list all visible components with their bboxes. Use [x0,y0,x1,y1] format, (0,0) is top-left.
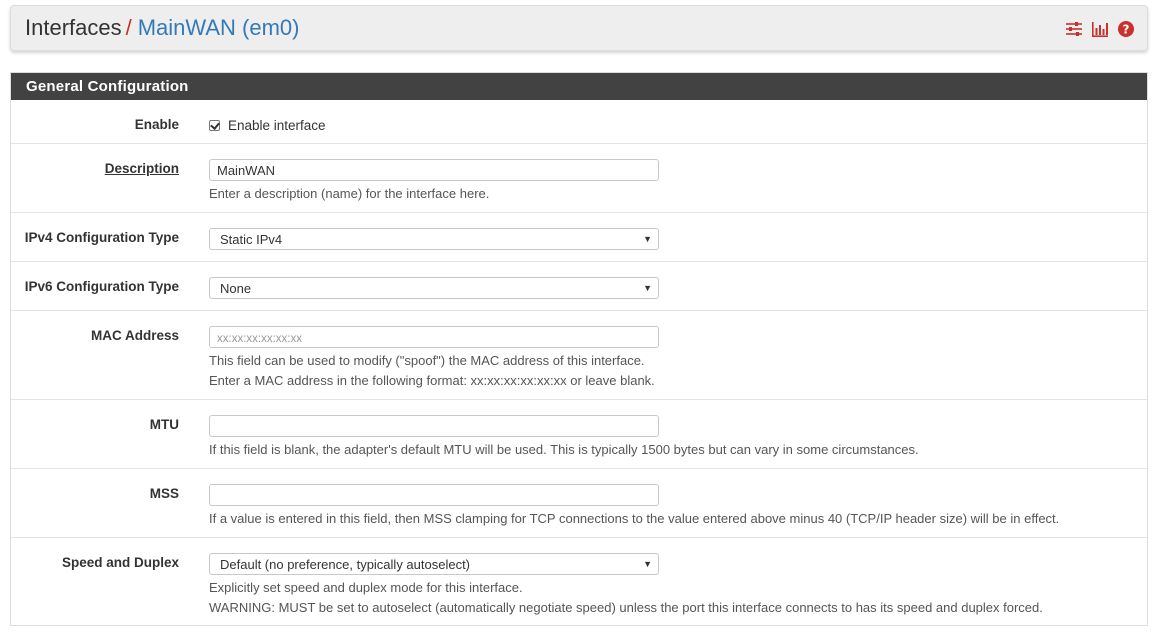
general-configuration-panel: General Configuration Enable Enable inte… [10,72,1148,626]
bar-chart-icon[interactable] [1091,20,1109,38]
chevron-down-icon: ▼ [643,283,652,293]
breadcrumb-current[interactable]: MainWAN (em0) [138,15,300,40]
description-input[interactable] [209,159,659,181]
speed-duplex-help-2: WARNING: MUST be set to autoselect (auto… [209,600,1043,615]
row-mtu: MTU If this field is blank, the adapter'… [11,399,1147,469]
enable-interface-control[interactable]: Enable interface [209,118,326,133]
mac-address-label: MAC Address [90,328,179,343]
row-speed-duplex: Speed and Duplex Default (no preference,… [11,537,1147,626]
speed-duplex-select[interactable]: Default (no preference, typically autose… [209,553,659,575]
panel-title: General Configuration [11,73,1147,100]
mtu-help: If this field is blank, the adapter's de… [209,442,919,457]
svg-text:?: ? [1123,23,1130,37]
speed-duplex-label: Speed and Duplex [61,555,179,570]
breadcrumb: Interfaces / MainWAN (em0) [25,15,300,41]
mss-label: MSS [149,486,179,501]
enable-interface-label[interactable]: Enable interface [228,118,326,133]
row-ipv4-type: IPv4 Configuration Type Static IPv4 ▼ [11,212,1147,262]
row-enable: Enable Enable interface [11,100,1147,143]
enable-interface-checkbox[interactable] [209,120,220,131]
header-icons: ? [1065,20,1135,38]
sliders-icon[interactable] [1065,20,1083,38]
mac-address-help-2: Enter a MAC address in the following for… [209,373,655,388]
chevron-down-icon: ▼ [643,559,652,569]
ipv4-type-selected: Static IPv4 [220,232,283,247]
mac-address-input[interactable] [209,326,659,348]
mac-address-help-1: This field can be used to modify ("spoof… [209,353,645,368]
breadcrumb-separator: / [125,15,132,40]
help-icon[interactable]: ? [1117,20,1135,38]
speed-duplex-help-1: Explicitly set speed and duplex mode for… [209,580,523,595]
enable-label: Enable [134,117,179,132]
page-header: Interfaces / MainWAN (em0) ? [10,5,1148,51]
breadcrumb-interfaces[interactable]: Interfaces [25,15,122,40]
description-help: Enter a description (name) for the inter… [209,186,490,201]
row-mac-address: MAC Address This field can be used to mo… [11,310,1147,400]
ipv6-type-label: IPv6 Configuration Type [24,279,179,294]
ipv4-type-select[interactable]: Static IPv4 ▼ [209,228,659,250]
ipv6-type-selected: None [220,281,252,296]
mtu-label: MTU [149,417,179,432]
mtu-input[interactable] [209,415,659,437]
speed-duplex-selected: Default (no preference, typically autose… [220,557,471,572]
ipv6-type-select[interactable]: None ▼ [209,277,659,299]
description-label[interactable]: Description [11,161,179,176]
row-description: Description Enter a description (name) f… [11,143,1147,213]
ipv4-type-label: IPv4 Configuration Type [24,230,179,245]
chevron-down-icon: ▼ [643,234,652,244]
row-ipv6-type: IPv6 Configuration Type None ▼ [11,261,1147,311]
mss-input[interactable] [209,484,659,506]
row-mss: MSS If a value is entered in this field,… [11,468,1147,538]
mss-help: If a value is entered in this field, the… [209,511,1060,526]
